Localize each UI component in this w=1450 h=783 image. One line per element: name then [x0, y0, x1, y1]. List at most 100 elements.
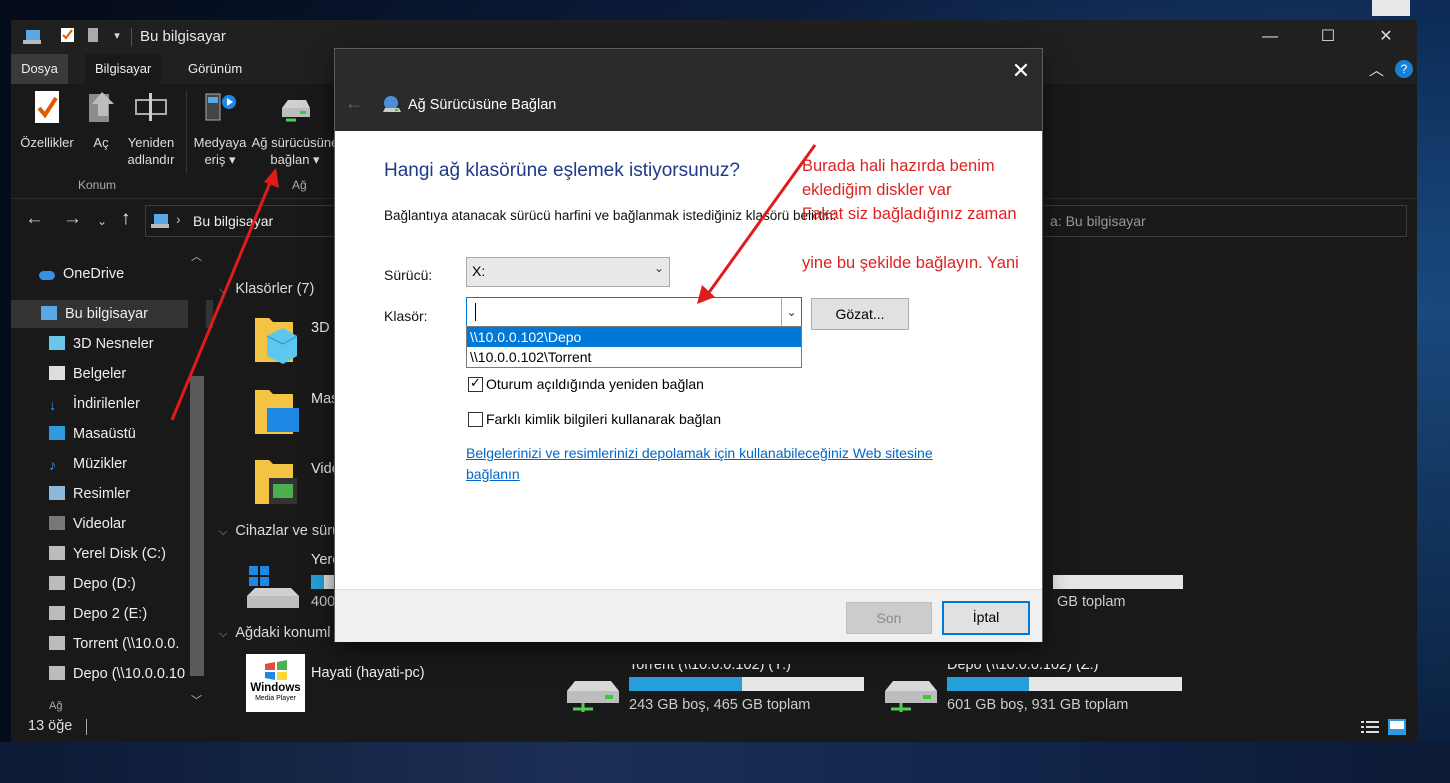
reconnect-checkbox[interactable]: ✓	[468, 375, 483, 392]
navigation-pane: OneDrive Bu bilgisayar 3D Nesneler Belge…	[11, 246, 213, 712]
cube-icon	[49, 336, 65, 350]
large-icons-view-icon[interactable]	[1388, 719, 1406, 735]
network-location-label[interactable]: Hayati (hayati-pc)	[311, 665, 425, 681]
section-devices[interactable]: ⌵ Cihazlar ve sürü	[219, 523, 340, 539]
section-folders[interactable]: ⌵ Klasörler (7)	[219, 281, 314, 297]
scroll-down-icon[interactable]: ﹀	[191, 692, 202, 708]
window-title: Bu bilgisayar	[140, 28, 226, 45]
computer-icon	[151, 214, 169, 228]
help-icon[interactable]: ?	[1395, 60, 1413, 78]
rename-button[interactable]: Yeniden adlandır	[123, 88, 179, 168]
collapse-ribbon-icon[interactable]: ︿	[1369, 59, 1384, 80]
recent-locations-chevron-icon[interactable]: ⌄	[97, 214, 107, 228]
folder-label: Klasör:	[384, 308, 428, 324]
status-bar: 13 öğe	[11, 712, 1417, 742]
nav-item-onedrive[interactable]: OneDrive	[11, 260, 211, 288]
forward-arrow-icon[interactable]: →	[63, 208, 82, 230]
drive-usage-fill	[629, 677, 742, 691]
dropdown-option-depo[interactable]: \\10.0.0.102\Depo	[467, 327, 801, 347]
chevron-down-icon: ⌵	[219, 284, 228, 296]
customize-quick-access-icon[interactable]: ▾	[108, 27, 126, 45]
up-arrow-icon[interactable]: ↑	[121, 208, 131, 230]
search-input[interactable]: a: Bu bilgisayar	[1041, 205, 1407, 237]
nav-label: Depo (D:)	[73, 576, 136, 592]
dialog-close-icon[interactable]: ✕	[1001, 55, 1041, 87]
music-icon: ♪	[49, 458, 57, 474]
address-bar[interactable]: › Bu bilgisayar	[145, 205, 337, 237]
map-network-drive-label-1: Ağ sürücüsüne	[251, 135, 339, 150]
group-label-network: Ağ	[292, 178, 307, 192]
pictures-icon	[49, 486, 65, 500]
media-player-icon[interactable]: Windows Media Player	[246, 654, 305, 713]
nav-label: Videolar	[73, 516, 126, 532]
open-button[interactable]: Aç	[83, 88, 119, 151]
drive-icon	[49, 606, 65, 620]
windows-drive-icon	[247, 566, 299, 608]
drive-icon	[49, 576, 65, 590]
map-network-drive-button[interactable]: Ağ sürücüsüne bağlan ▾	[249, 88, 341, 168]
web-storage-link[interactable]: Belgelerinizi ve resimlerinizi depolamak…	[466, 443, 936, 485]
folder-combobox[interactable]: ⌄	[466, 297, 802, 327]
tab-file[interactable]: Dosya	[11, 54, 68, 84]
divider	[86, 719, 87, 735]
nav-label: Torrent (\\10.0.0.	[73, 636, 180, 652]
properties-button[interactable]: Özellikler	[17, 88, 77, 151]
access-media-label-2: eriş ▾	[204, 152, 236, 167]
drive-usage-fill	[311, 575, 324, 589]
nav-scroll-thumb[interactable]	[190, 376, 204, 676]
text-caret	[475, 303, 476, 321]
cloud-icon	[39, 271, 55, 280]
drive-usage-bar	[947, 677, 1182, 691]
annotation-text: Burada hali hazırda benim	[802, 157, 995, 175]
network-drive-icon	[383, 96, 401, 112]
map-network-drive-label-2: bağlan ▾	[270, 152, 320, 167]
computer-icon	[23, 30, 41, 44]
dialog-footer: Son İptal	[335, 589, 1042, 642]
drive-icon	[49, 546, 65, 560]
back-arrow-icon[interactable]: ←	[345, 93, 363, 114]
finish-button[interactable]: Son	[846, 602, 932, 634]
drive-info: GB toplam	[1057, 594, 1126, 610]
drive-usage-bar	[629, 677, 864, 691]
nav-item-this-pc[interactable]: Bu bilgisayar	[11, 300, 213, 328]
close-button[interactable]: ✕	[1357, 20, 1415, 54]
section-network-locations[interactable]: ⌵ Ağdaki konuml	[219, 625, 330, 641]
map-network-drive-dialog: ✕ ← Ağ Sürücüsüne Bağlan Hangi ağ klasör…	[335, 49, 1042, 642]
dialog-heading: Hangi ağ klasörüne eşlemek istiyorsunuz?	[384, 160, 740, 181]
annotation-text: Fakat siz bağladığınız zaman	[802, 205, 1017, 223]
tab-view[interactable]: Görünüm	[178, 54, 252, 84]
computer-icon	[41, 306, 57, 320]
group-label-location: Konum	[78, 178, 117, 192]
details-view-icon[interactable]	[1361, 720, 1379, 734]
different-credentials-label: Farklı kimlik bilgileri kullanarak bağla…	[486, 411, 721, 427]
drive-info: 601 GB boş, 931 GB toplam	[947, 697, 1129, 713]
nav-label: Depo (\\10.0.0.10	[73, 666, 186, 682]
nav-label: Resimler	[73, 486, 131, 502]
different-credentials-checkbox[interactable]	[468, 412, 483, 427]
minimize-button[interactable]: —	[1241, 20, 1299, 54]
tab-computer[interactable]: Bilgisayar	[85, 54, 162, 84]
cancel-button[interactable]: İptal	[942, 601, 1030, 635]
network-drive-label[interactable]: Depo (\\10.0.0.102) (Z:)	[947, 664, 1099, 673]
desktop-folder-icon	[255, 390, 299, 434]
back-arrow-icon[interactable]: ←	[25, 208, 44, 230]
properties-quick-icon[interactable]	[59, 27, 77, 45]
maximize-button[interactable]: ☐	[1299, 20, 1357, 54]
reconnect-label: Oturum açıldığında yeniden bağlan	[486, 376, 704, 392]
dropdown-option-torrent[interactable]: \\10.0.0.102\Torrent	[467, 347, 801, 367]
drive-letter-value: X:	[472, 263, 486, 279]
group-separator	[186, 90, 187, 174]
access-media-button[interactable]: Medyaya eriş ▾	[191, 88, 249, 168]
properties-icon	[35, 91, 59, 123]
browse-button[interactable]: Gözat...	[811, 298, 909, 330]
scroll-up-icon[interactable]: ︿	[191, 248, 202, 264]
wmp-logo-text: Windows	[250, 682, 301, 694]
folder-dropdown-chevron-icon[interactable]: ⌄	[781, 298, 801, 326]
drive-letter-select[interactable]: X: ⌄	[466, 257, 670, 287]
properties-label: Özellikler	[20, 135, 74, 150]
nav-label: Ağ	[49, 700, 63, 712]
divider	[131, 28, 132, 46]
3d-objects-folder-icon	[255, 318, 298, 364]
network-drive-label[interactable]: Torrent (\\10.0.0.102) (Y:)	[629, 664, 791, 673]
new-folder-quick-icon[interactable]	[84, 27, 102, 45]
